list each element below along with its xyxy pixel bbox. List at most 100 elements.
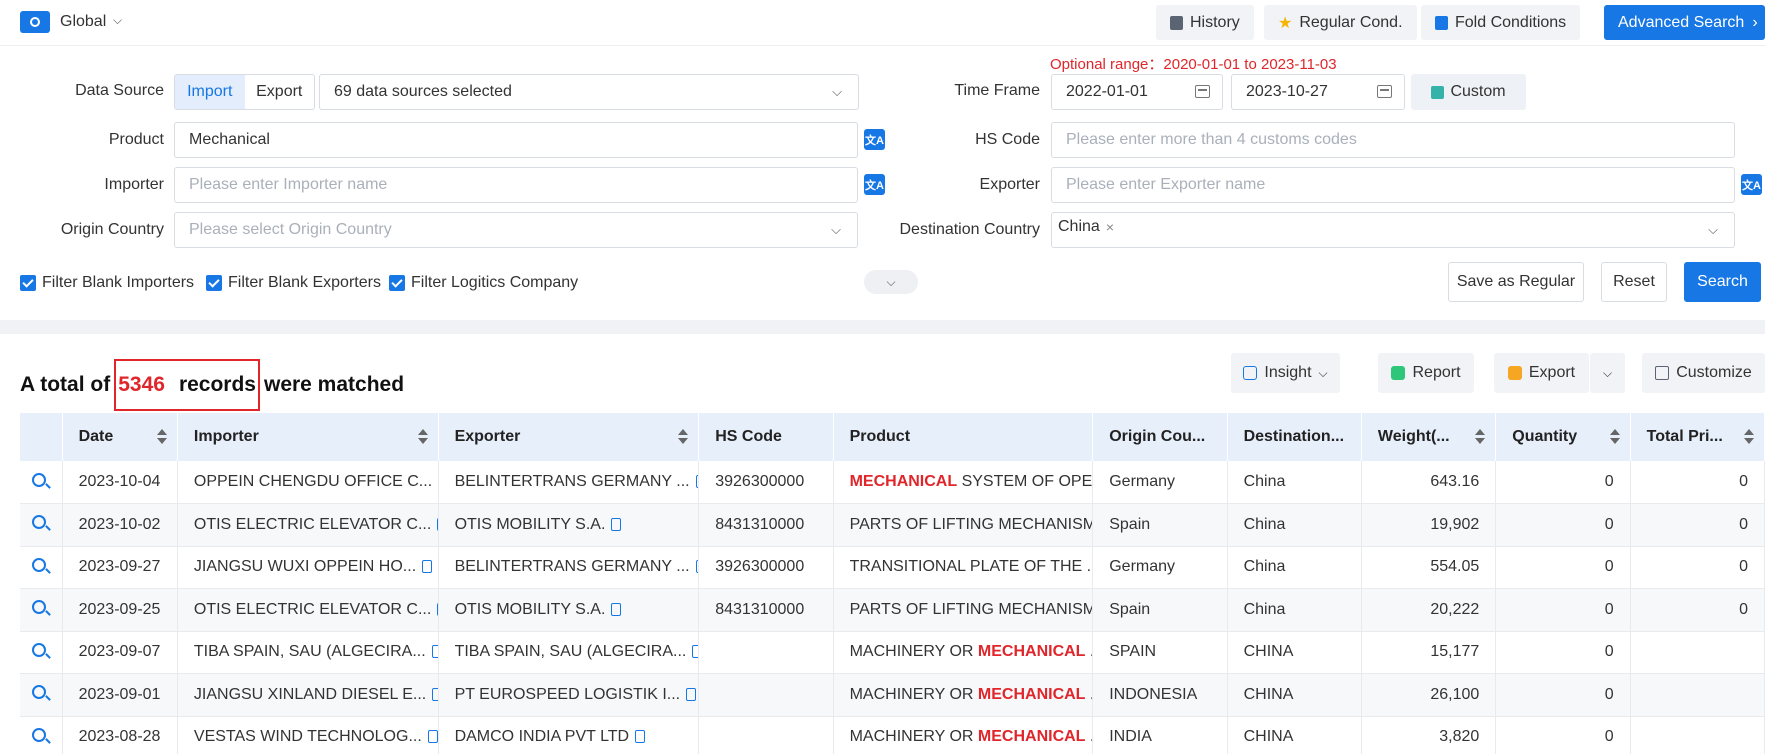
product-input[interactable]: Mechanical [174,122,858,158]
translate-icon[interactable]: 文A [864,174,885,195]
data-sources-select[interactable]: 69 data sources selected ⌵ [319,74,859,110]
weight-cell: 3,820 [1361,716,1497,754]
save-as-regular-button[interactable]: Save as Regular [1448,262,1584,302]
importer-cell[interactable]: JIANGSU WUXI OPPEIN HO... [177,546,439,589]
exporter-cell[interactable]: OTIS MOBILITY S.A. [438,503,700,547]
importer-cell[interactable]: VESTAS WIND TECHNOLOG... [177,716,439,754]
copy-icon[interactable] [422,560,433,574]
importer-name[interactable]: JIANGSU XINLAND DIESEL E... [194,686,426,703]
product-text: MACHINERY OR [849,643,978,661]
copy-icon[interactable] [635,730,646,744]
exporter-cell[interactable]: BELINTERTRANS GERMANY ... [438,461,700,504]
expand-toggle[interactable]: ⌵ [864,270,918,294]
search-icon[interactable] [32,600,46,615]
total-price-cell: 0 [1630,546,1765,589]
exporter-name[interactable]: OTIS MOBILITY S.A. [455,601,606,618]
chevron-down-icon[interactable]: ⌵ [113,13,122,28]
hs-code-input[interactable]: Please enter more than 4 customs codes [1051,122,1735,158]
destination-country-select[interactable]: ⌵ [1051,212,1735,248]
header-date[interactable]: Date [62,413,178,461]
exporter-cell[interactable]: BELINTERTRANS GERMANY ... [438,546,700,589]
importer-cell[interactable]: OTIS ELECTRIC ELEVATOR C... [177,503,439,547]
export-dropdown-button[interactable]: ⌵ [1590,353,1625,393]
table-row[interactable]: 2023-10-04 OPPEIN CHENGDU OFFICE C... BELI… [20,461,1765,504]
copy-icon[interactable] [431,645,438,659]
fold-conditions-button[interactable]: Fold Conditions [1421,5,1581,40]
importer-name[interactable]: JIANGSU WUXI OPPEIN HO... [194,558,416,575]
copy-icon[interactable] [692,645,698,659]
search-icon[interactable] [32,557,46,572]
translate-icon[interactable]: 文A [1741,174,1762,195]
filter-blank-exporters-checkbox[interactable]: Filter Blank Exporters [206,274,381,292]
report-button[interactable]: Report [1378,353,1474,393]
origin-country-select[interactable]: Please select Origin Country ⌵ [174,212,858,248]
header-weight[interactable]: Weight(... [1361,413,1497,461]
search-icon[interactable] [32,472,46,487]
importer-cell[interactable]: OTIS ELECTRIC ELEVATOR C... [177,588,439,632]
copy-icon[interactable] [427,730,438,744]
exporter-name[interactable]: DAMCO INDIA PVT LTD [455,728,630,745]
history-button[interactable]: History [1156,5,1254,40]
copy-icon[interactable] [432,687,438,701]
search-button[interactable]: Search [1684,262,1761,302]
exporter-cell[interactable]: OTIS MOBILITY S.A. [438,588,700,632]
importer-cell[interactable]: OPPEIN CHENGDU OFFICE C... [177,461,439,504]
importer-cell[interactable]: TIBA SPAIN, SAU (ALGECIRA... [177,631,439,674]
table-row[interactable]: 2023-09-25 OTIS ELECTRIC ELEVATOR C... OTI… [20,588,1765,632]
date-to-input[interactable]: 2023-10-27 [1231,74,1405,110]
search-icon[interactable] [32,685,46,700]
custom-range-button[interactable]: Custom [1411,74,1526,110]
table-row[interactable]: 2023-09-27 JIANGSU WUXI OPPEIN HO... BELIN… [20,546,1765,589]
table-row[interactable]: 2023-09-07 TIBA SPAIN, SAU (ALGECIRA... TI… [20,631,1765,674]
regular-cond-button[interactable]: ★ Regular Cond. [1264,5,1417,40]
exporter-cell[interactable]: TIBA SPAIN, SAU (ALGECIRA... [438,631,700,674]
export-tab[interactable]: Export [245,75,315,109]
filter-blank-importers-checkbox[interactable]: Filter Blank Importers [20,274,194,292]
importer-name[interactable]: OTIS ELECTRIC ELEVATOR C... [194,601,431,618]
table-row[interactable]: 2023-09-01 JIANGSU XINLAND DIESEL E... PT … [20,673,1765,717]
search-icon[interactable] [32,642,46,657]
exporter-cell[interactable]: DAMCO INDIA PVT LTD [438,716,700,754]
exporter-name[interactable]: BELINTERTRANS GERMANY ... [455,558,690,575]
table-row[interactable]: 2023-10-02 OTIS ELECTRIC ELEVATOR C... OTI… [20,503,1765,547]
close-icon[interactable]: × [1106,219,1114,235]
exporter-name[interactable]: TIBA SPAIN, SAU (ALGECIRA... [455,643,687,660]
importer-name[interactable]: OPPEIN CHENGDU OFFICE C... [194,473,432,490]
exporter-label: Exporter [979,176,1040,193]
globe-icon[interactable] [20,11,50,33]
header-total-price[interactable]: Total Pri... [1630,413,1765,461]
customize-button[interactable]: Customize [1642,353,1765,393]
insight-button[interactable]: Insight ⌵ [1231,353,1340,393]
importer-name[interactable]: TIBA SPAIN, SAU (ALGECIRA... [194,643,426,660]
exporter-input[interactable]: Please enter Exporter name [1051,167,1735,203]
exporter-name[interactable]: OTIS MOBILITY S.A. [455,516,606,533]
copy-icon[interactable] [611,517,622,531]
advanced-search-button[interactable]: Advanced Search › [1604,5,1765,40]
filter-logistics-checkbox[interactable]: Filter Logitics Company [389,274,578,292]
scope-selector[interactable]: Global [60,13,106,31]
origin-country-label: Origin Country [60,221,164,238]
date-from-input[interactable]: 2022-01-01 [1051,74,1223,110]
header-importer[interactable]: Importer [177,413,439,461]
copy-icon[interactable] [611,602,622,616]
exporter-name[interactable]: PT EUROSPEED LOGISTIK I... [455,686,681,703]
copy-icon[interactable] [686,687,697,701]
header-quantity[interactable]: Quantity [1495,413,1631,461]
exporter-cell[interactable]: PT EUROSPEED LOGISTIK I... [438,673,700,717]
header-view [20,413,63,461]
import-tab[interactable]: Import [175,75,245,109]
header-exporter[interactable]: Exporter [438,413,700,461]
destination-cell: China [1227,546,1362,589]
translate-icon[interactable]: 文A [864,129,885,150]
search-icon[interactable] [32,515,46,530]
importer-name[interactable]: OTIS ELECTRIC ELEVATOR C... [194,516,431,533]
export-button[interactable]: Export [1494,353,1589,393]
table-row[interactable]: 2023-08-28 VESTAS WIND TECHNOLOG... DAMCO … [20,716,1765,754]
product-keyword-highlight: MECHANICAL [977,643,1086,661]
reset-button[interactable]: Reset [1601,262,1667,302]
importer-cell[interactable]: JIANGSU XINLAND DIESEL E... [177,673,439,717]
search-icon[interactable] [32,727,46,742]
importer-name[interactable]: VESTAS WIND TECHNOLOG... [194,728,422,745]
importer-input[interactable]: Please enter Importer name [174,167,858,203]
exporter-name[interactable]: BELINTERTRANS GERMANY ... [455,473,690,490]
